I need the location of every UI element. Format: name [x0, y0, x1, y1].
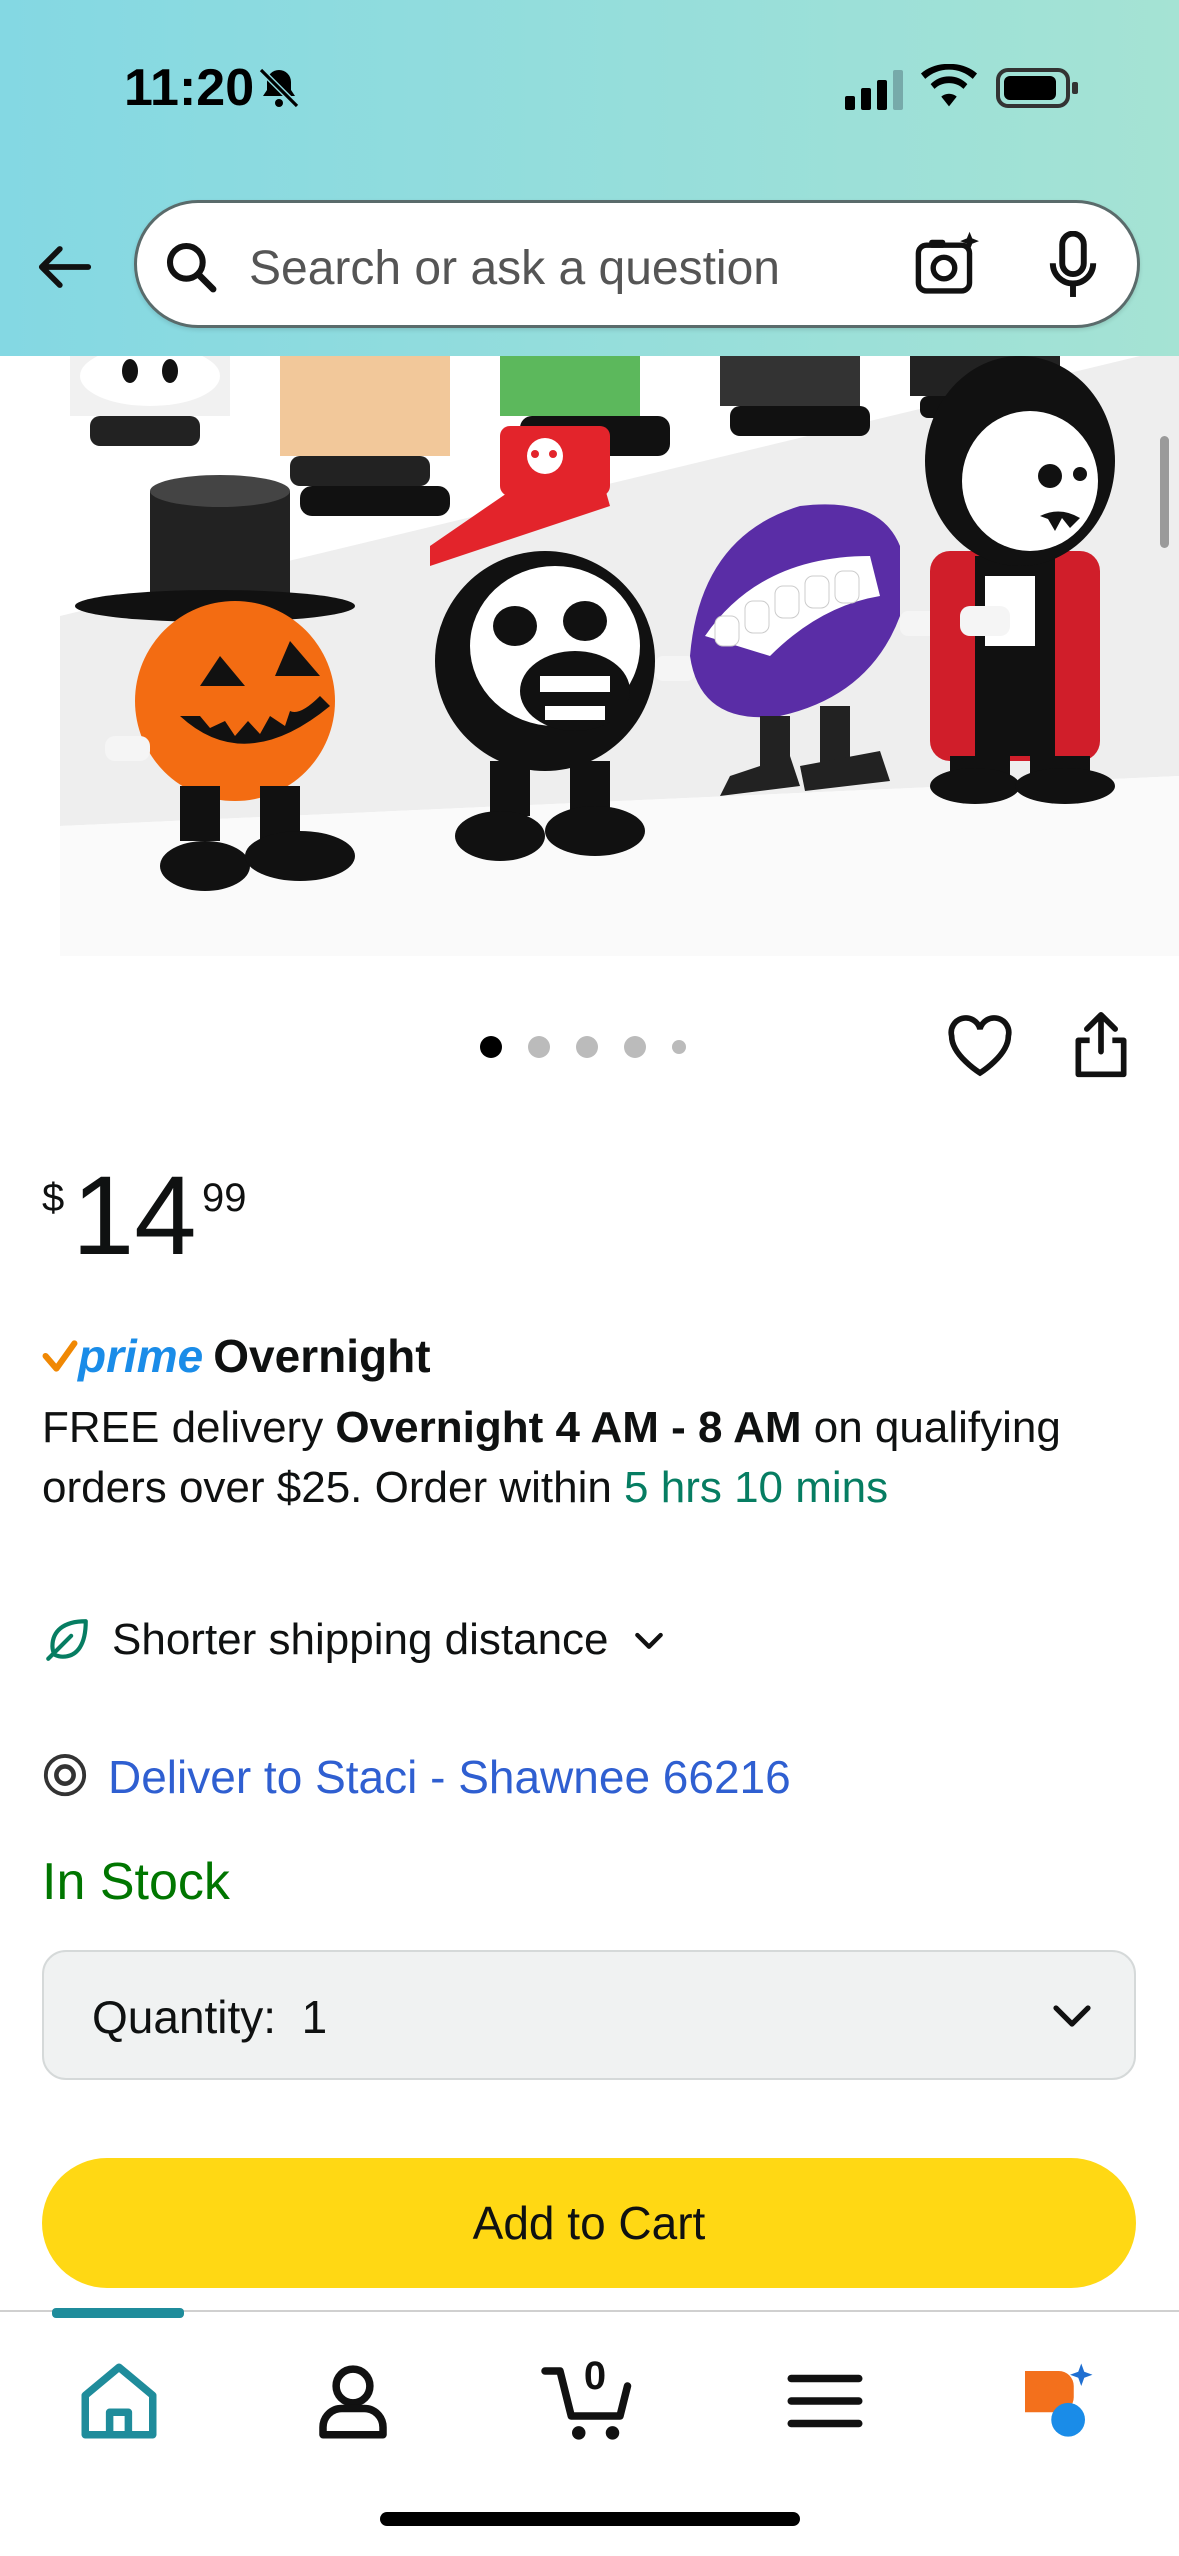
quantity-select[interactable]: Quantity: 1	[42, 1950, 1136, 2080]
price-currency: $	[42, 1176, 65, 1220]
product-image[interactable]	[0, 356, 1179, 956]
location-pin-icon	[43, 1754, 87, 1797]
menu-icon[interactable]	[780, 2356, 870, 2446]
camera-search-icon[interactable]	[913, 229, 983, 299]
wifi-icon	[920, 64, 978, 107]
quantity-label-text: Quantity:	[92, 1991, 277, 2043]
search-placeholder[interactable]: Search or ask a question	[249, 241, 780, 296]
header: 11:20 Search or ask a question	[0, 0, 1179, 356]
carousel-dot-active[interactable]	[480, 1036, 502, 1058]
share-icon[interactable]	[1072, 1012, 1130, 1080]
battery-icon	[996, 68, 1078, 108]
cellular-signal-icon	[845, 70, 903, 110]
carousel-dot[interactable]	[624, 1036, 646, 1058]
prime-check-icon	[42, 1340, 78, 1372]
home-icon[interactable]	[74, 2356, 164, 2446]
chevron-down-icon[interactable]	[629, 1620, 669, 1660]
chevron-down-icon[interactable]	[1048, 1992, 1096, 2040]
delivery-countdown: 5 hrs 10 mins	[624, 1463, 889, 1512]
prime-badge: prime Overnight	[42, 1326, 431, 1386]
scroll-indicator[interactable]	[1160, 436, 1169, 548]
active-tab-indicator	[52, 2308, 184, 2318]
rufus-icon[interactable]	[1010, 2356, 1100, 2446]
carousel-dot[interactable]	[528, 1036, 550, 1058]
shipping-distance-label[interactable]: Shorter shipping distance	[112, 1615, 609, 1665]
cart-icon	[541, 2367, 632, 2440]
delivery-message: FREE delivery Overnight 4 AM - 8 AM on q…	[42, 1398, 1152, 1518]
price-fraction: 99	[202, 1176, 247, 1220]
price-whole: 14	[72, 1153, 197, 1278]
quantity-label: Quantity: 1	[92, 1990, 327, 2044]
delivery-window: Overnight 4 AM - 8 AM	[335, 1403, 802, 1452]
prime-label: Overnight	[213, 1330, 431, 1382]
status-time: 11:20	[124, 59, 255, 117]
leaf-icon	[46, 1619, 88, 1661]
carousel-dot[interactable]	[672, 1040, 686, 1054]
quantity-value: 1	[301, 1991, 328, 2043]
carousel-dot[interactable]	[576, 1036, 598, 1058]
heart-icon[interactable]	[946, 1014, 1014, 1078]
prime-logo-text: prime	[78, 1330, 204, 1382]
add-to-cart-button[interactable]: Add to Cart	[42, 2158, 1136, 2288]
account-icon[interactable]	[308, 2356, 398, 2446]
product-photo-wind-up-toys	[60, 356, 1179, 956]
deliver-to-link[interactable]: Deliver to Staci - Shawnee 66216	[42, 1746, 791, 1808]
deliver-to-label[interactable]: Deliver to Staci - Shawnee 66216	[108, 1750, 791, 1804]
home-indicator[interactable]	[380, 2512, 800, 2526]
stock-status: In Stock	[42, 1853, 230, 1911]
delivery-prefix: FREE delivery	[42, 1403, 336, 1452]
cart-button[interactable]: 0	[540, 2354, 640, 2446]
search-icon	[166, 242, 217, 293]
carousel-dots[interactable]	[480, 1034, 686, 1060]
back-arrow-icon[interactable]	[34, 236, 96, 298]
shipping-distance-toggle[interactable]: Shorter shipping distance	[42, 1610, 669, 1670]
microphone-icon[interactable]	[1045, 231, 1101, 301]
bell-off-icon	[258, 67, 300, 109]
search-bar[interactable]: Search or ask a question	[134, 200, 1140, 328]
